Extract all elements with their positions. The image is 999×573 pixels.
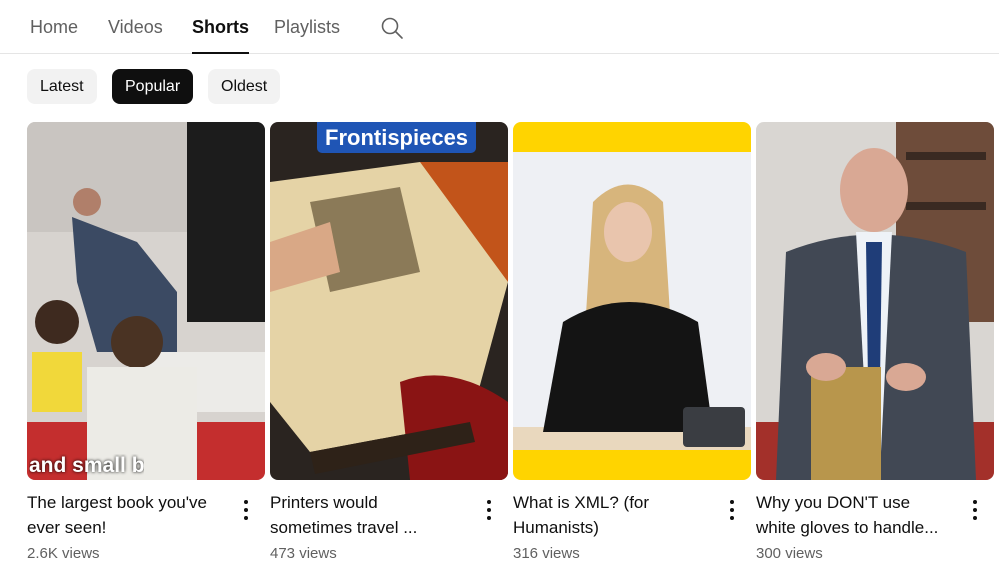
short-title[interactable]: Why you DON'T use white gloves to handle… bbox=[756, 490, 966, 540]
short-title[interactable]: Printers would sometimes travel ... bbox=[270, 490, 480, 540]
short-thumbnail[interactable] bbox=[756, 122, 994, 480]
more-options-icon[interactable] bbox=[968, 497, 982, 523]
short-card: What is XML? (for Humanists) 316 views bbox=[513, 122, 751, 562]
short-title[interactable]: The largest book you've ever seen! bbox=[27, 490, 237, 540]
view-count: 2.6K views bbox=[27, 545, 100, 562]
tab-home[interactable]: Home bbox=[30, 0, 78, 54]
channel-tabs: Home Videos Shorts Playlists bbox=[0, 0, 999, 54]
filter-oldest-chip[interactable]: Oldest bbox=[208, 69, 281, 104]
thumbnail-caption: and small b bbox=[29, 454, 144, 477]
short-thumbnail[interactable]: and small b bbox=[27, 122, 265, 480]
tab-shorts[interactable]: Shorts bbox=[192, 0, 250, 54]
more-options-icon[interactable] bbox=[239, 497, 253, 523]
search-icon[interactable] bbox=[380, 16, 404, 40]
filter-popular-chip[interactable]: Popular bbox=[112, 69, 194, 104]
view-count: 316 views bbox=[513, 545, 580, 562]
short-thumbnail[interactable]: Frontispieces bbox=[270, 122, 508, 480]
short-card: Frontispieces Printers would sometimes t… bbox=[270, 122, 508, 562]
short-card: Why you DON'T use white gloves to handle… bbox=[756, 122, 994, 562]
thumbnail-label: Frontispieces bbox=[317, 122, 477, 153]
short-thumbnail[interactable] bbox=[513, 122, 751, 480]
more-options-icon[interactable] bbox=[725, 497, 739, 523]
filter-latest-chip[interactable]: Latest bbox=[27, 69, 97, 104]
tab-playlists[interactable]: Playlists bbox=[274, 0, 340, 54]
view-count: 473 views bbox=[270, 545, 337, 562]
short-title[interactable]: What is XML? (for Humanists) bbox=[513, 490, 723, 540]
view-count: 300 views bbox=[756, 545, 823, 562]
short-card: and small b The largest book you've ever… bbox=[27, 122, 265, 562]
more-options-icon[interactable] bbox=[482, 497, 496, 523]
tab-videos[interactable]: Videos bbox=[108, 0, 163, 54]
